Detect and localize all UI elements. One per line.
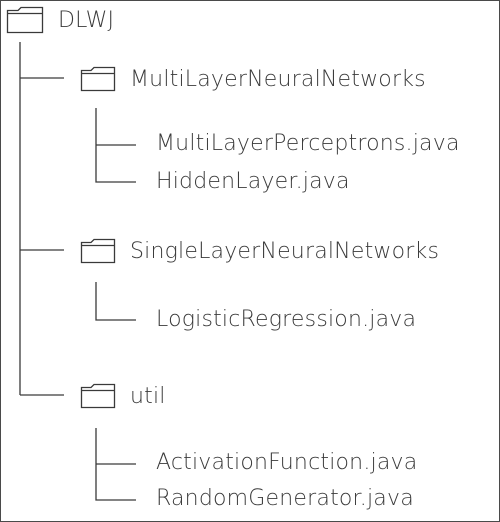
child-line-activationfunction [95, 428, 136, 501]
root-folder-label: DLWJ [58, 7, 115, 33]
file-randomgenerator[interactable]: RandomGenerator.java [156, 486, 414, 511]
file-multilayerperceptrons[interactable]: MultiLayerPerceptrons.java [156, 131, 460, 156]
folder-label: util [130, 383, 166, 409]
root-folder[interactable]: DLWJ [6, 6, 114, 34]
folder-multilayerneuralnetworks[interactable]: MultiLayerNeuralNetworks [80, 66, 426, 92]
folder-icon [80, 383, 116, 409]
folder-icon [80, 66, 116, 92]
child-line-logisticregression [95, 282, 136, 321]
folder-icon [6, 6, 44, 34]
folder-label: SingleLayerNeuralNetworks [130, 238, 440, 264]
folder-icon [80, 238, 116, 264]
file-hiddenlayer[interactable]: HiddenLayer.java [156, 169, 350, 194]
folder-label: MultiLayerNeuralNetworks [130, 66, 426, 92]
file-activationfunction[interactable]: ActivationFunction.java [156, 450, 417, 475]
file-logisticregression[interactable]: LogisticRegression.java [156, 307, 416, 332]
child-line-multilayerperceptrons [95, 108, 136, 183]
folder-singlelayerneuralnetworks[interactable]: SingleLayerNeuralNetworks [80, 238, 439, 264]
folder-util[interactable]: util [80, 383, 166, 409]
